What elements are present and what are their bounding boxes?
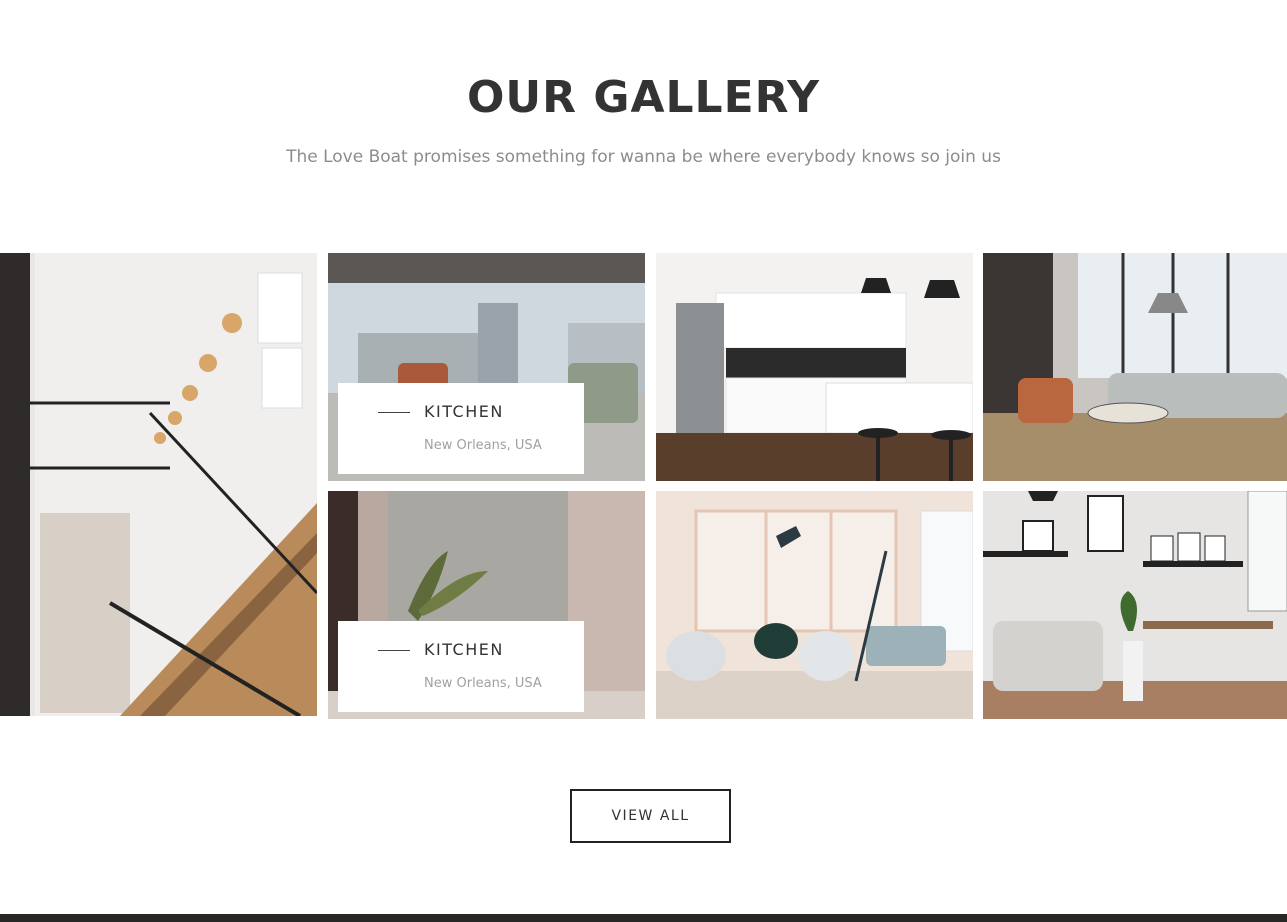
gallery-subtitle: The Love Boat promises something for wan… bbox=[286, 147, 1001, 167]
gallery-image-livingroom[interactable] bbox=[983, 491, 1287, 719]
caption-title[interactable]: KITCHEN bbox=[424, 640, 504, 659]
view-all-button[interactable]: VIEW ALL bbox=[570, 789, 731, 843]
caption-location: New Orleans, USA bbox=[424, 438, 542, 453]
gallery-caption: KITCHEN New Orleans, USA bbox=[338, 383, 584, 474]
caption-title[interactable]: KITCHEN bbox=[424, 402, 504, 421]
caption-divider bbox=[378, 650, 410, 651]
caption-divider bbox=[378, 412, 410, 413]
gallery-image-kitchen[interactable] bbox=[656, 253, 973, 481]
gallery-image-lounge[interactable] bbox=[983, 253, 1287, 481]
gallery-image-staircase[interactable] bbox=[0, 253, 317, 716]
gallery-image-office[interactable] bbox=[656, 491, 973, 719]
caption-location: New Orleans, USA bbox=[424, 676, 542, 691]
gallery-title: OUR GALLERY bbox=[467, 72, 820, 123]
gallery-caption: KITCHEN New Orleans, USA bbox=[338, 621, 584, 712]
next-section-preview bbox=[0, 914, 1287, 922]
